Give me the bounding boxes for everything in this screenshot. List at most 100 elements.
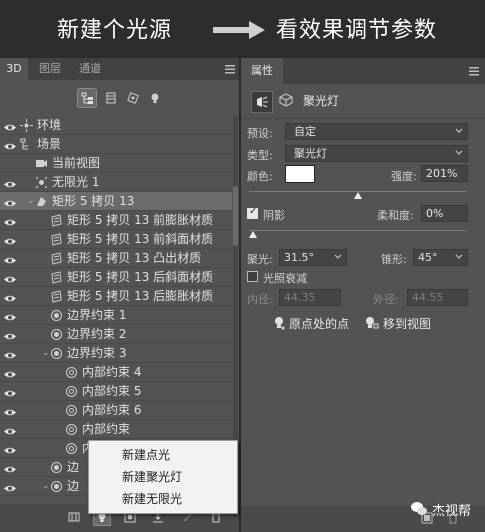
chevron-down-icon [334, 254, 342, 259]
tab-properties[interactable]: 属性 [241, 58, 283, 84]
visibility-eye-icon[interactable] [3, 215, 17, 226]
light-properties-button[interactable] [251, 91, 273, 113]
environment-icon [20, 119, 33, 132]
tree-row-label: 场景 [37, 137, 62, 151]
move-to-view-icon[interactable] [365, 316, 379, 330]
visibility-eye-icon[interactable] [3, 348, 17, 359]
tab-3d[interactable]: 3D [0, 58, 28, 80]
intensity-input[interactable]: 201% [421, 165, 468, 182]
visibility-eye-icon[interactable] [3, 386, 17, 397]
constraint-icon [50, 328, 63, 341]
visibility-eye-icon[interactable] [3, 139, 17, 150]
filter-materials-button[interactable] [124, 89, 142, 107]
inner-constraint-icon [65, 385, 78, 398]
filter-meshes-button[interactable] [102, 89, 120, 107]
menu-item-new-infinite-light[interactable]: 新建无限光 [89, 488, 237, 510]
menu-item-new-point-light[interactable]: 新建点光 [89, 444, 237, 466]
coordinates-icon[interactable] [279, 93, 293, 107]
scene-icon [20, 138, 33, 151]
tree-row-label: 矩形 5 拷贝 13 后斜面材质 [67, 270, 214, 284]
tree-row[interactable]: 矩形 5 拷贝 13 前膨胀材质 [0, 211, 232, 230]
cone-input[interactable]: 45° [413, 249, 468, 266]
tree-row[interactable]: 矩形 5 拷贝 13 凸出材质 [0, 249, 232, 268]
tutorial-banner: 新建个光源 看效果调节参数 [0, 0, 485, 58]
tree-scrollbar-thumb[interactable] [233, 186, 238, 246]
softness-slider-track[interactable] [249, 230, 467, 231]
shadow-checkbox[interactable] [247, 206, 258, 219]
expand-caret-icon[interactable]: ⌄ [27, 197, 35, 206]
tree-row[interactable]: 无限光 1 [0, 173, 232, 192]
tree-row-label: 边 [67, 460, 80, 474]
intensity-slider-thumb[interactable] [354, 192, 362, 199]
light-falloff-checkbox[interactable] [247, 271, 258, 282]
tree-row[interactable]: 矩形 5 拷贝 13 后斜面材质 [0, 268, 232, 287]
outer-radius-input[interactable]: 44.55 [407, 289, 468, 306]
tree-row[interactable]: 内部约束 [0, 420, 232, 439]
filter-whole-scene-button[interactable] [77, 88, 97, 108]
visibility-eye-icon[interactable] [3, 291, 17, 302]
softness-input[interactable]: 0% [421, 205, 468, 222]
watermark: 杰视帮 [410, 500, 472, 519]
tree-row[interactable]: 矩形 5 拷贝 13 前斜面材质 [0, 230, 232, 249]
tree-row[interactable]: 内部约束 5 [0, 382, 232, 401]
visibility-eye-icon[interactable] [3, 310, 17, 321]
inner-constraint-icon [65, 423, 78, 436]
preset-value: 自定 [294, 125, 316, 138]
material-filter-icon [127, 92, 139, 104]
render-button[interactable] [66, 509, 82, 525]
move-to-origin-button[interactable]: 原点处的点 [289, 315, 349, 332]
tree-row-label: 边 [67, 479, 80, 493]
tab-layers[interactable]: 图层 [32, 58, 68, 80]
light-filter-icon [151, 93, 159, 103]
tree-row[interactable]: ⌄ 矩形 5 拷贝 13 [0, 192, 232, 211]
panel-menu-icon[interactable] [469, 66, 479, 76]
inner-radius-input[interactable]: 44.35 [279, 289, 341, 306]
move-to-view-button[interactable]: 移到视图 [383, 315, 431, 332]
visibility-eye-icon[interactable] [3, 462, 17, 473]
tree-row[interactable]: 内部约束 4 [0, 363, 232, 382]
light-type-dropdown[interactable]: 聚光灯 [285, 145, 468, 162]
visibility-eye-icon[interactable] [3, 329, 17, 340]
visibility-eye-icon[interactable] [3, 253, 17, 264]
infinite-light-icon [35, 176, 48, 189]
watermark-text: 杰视帮 [432, 503, 472, 519]
tree-row[interactable]: 环境 [0, 116, 232, 135]
expand-caret-icon[interactable]: ⌄ [42, 349, 50, 358]
material-icon [50, 233, 63, 246]
visibility-eye-icon[interactable] [3, 177, 17, 188]
tree-row[interactable]: 当前视图 [0, 154, 232, 173]
visibility-eye-icon[interactable] [3, 443, 17, 454]
tree-row[interactable]: ⌄ 边界约束 3 [0, 344, 232, 363]
visibility-eye-icon[interactable] [3, 120, 17, 131]
tree-row[interactable]: 内部约束 6 [0, 401, 232, 420]
arrow-right-icon [213, 21, 265, 39]
filter-lights-button[interactable] [146, 89, 164, 107]
panel-menu-icon[interactable] [225, 64, 235, 74]
hotspot-value: 31.5° [284, 251, 314, 264]
point-at-origin-icon[interactable] [273, 316, 285, 330]
visibility-eye-icon[interactable] [3, 424, 17, 435]
visibility-eye-icon[interactable] [3, 481, 17, 492]
softness-slider-thumb[interactable] [249, 231, 257, 238]
visibility-eye-icon[interactable] [3, 234, 17, 245]
outer-radius-label: 外径: [373, 293, 399, 306]
hotspot-input[interactable]: 31.5° [279, 249, 347, 266]
visibility-eye-icon[interactable] [3, 272, 17, 283]
light-color-swatch[interactable] [285, 165, 315, 183]
tree-row[interactable]: 边界约束 2 [0, 325, 232, 344]
expand-caret-icon[interactable]: ⌄ [42, 482, 50, 491]
menu-item-new-spot-light[interactable]: 新建聚光灯 [89, 466, 237, 488]
tree-row[interactable]: 边界约束 1 [0, 306, 232, 325]
constraint-icon [50, 309, 63, 322]
tab-channels[interactable]: 通道 [72, 58, 108, 80]
preset-dropdown[interactable]: 自定 [285, 123, 468, 140]
visibility-eye-icon[interactable] [3, 196, 17, 207]
visibility-eye-icon[interactable] [3, 405, 17, 416]
visibility-eye-icon[interactable] [3, 367, 17, 378]
tree-row[interactable]: 矩形 5 拷贝 13 后膨胀材质 [0, 287, 232, 306]
material-icon [50, 290, 63, 303]
tree-row[interactable]: 场景 [0, 135, 232, 154]
inner-constraint-icon [65, 442, 78, 455]
tree-row-label: 矩形 5 拷贝 13 凸出材质 [67, 251, 202, 265]
tree-row-label: 内部约束 [82, 422, 131, 436]
